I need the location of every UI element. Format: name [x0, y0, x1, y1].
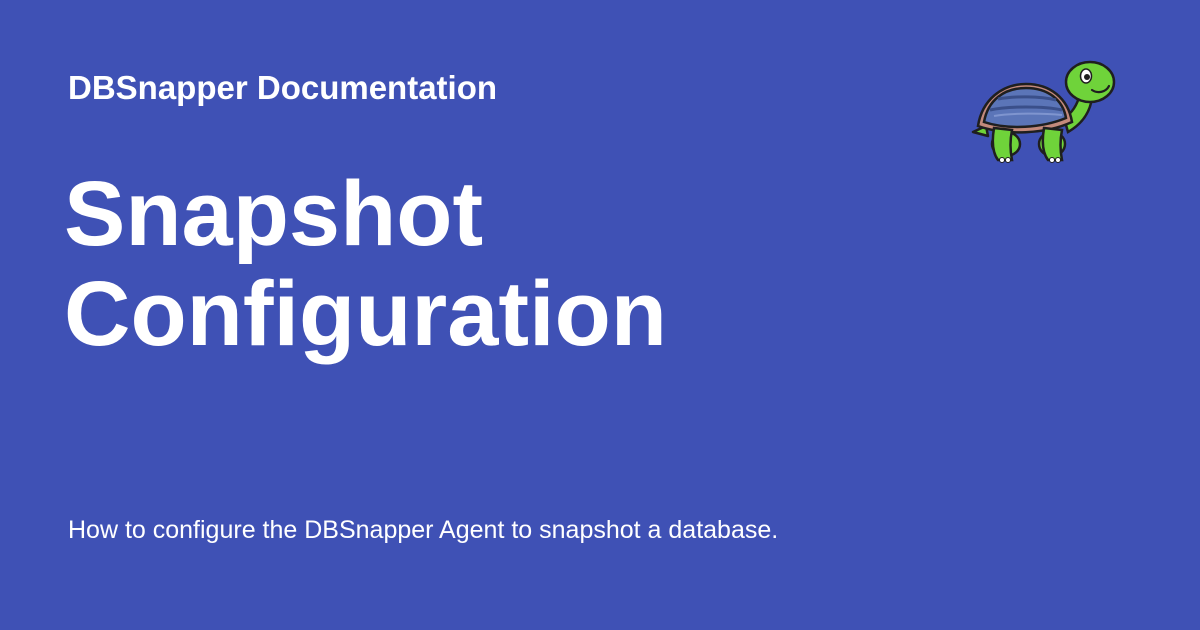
- turtle-logo: [968, 56, 1120, 168]
- page-title-line-2: Configuration: [64, 263, 667, 365]
- page-title: Snapshot Configuration: [64, 164, 667, 364]
- page-title-line-1: Snapshot: [64, 163, 484, 265]
- site-name: DBSnapper Documentation: [68, 69, 498, 106]
- page-description: How to configure the DBSnapper Agent to …: [68, 516, 779, 544]
- turtle-icon: [971, 60, 1116, 163]
- social-card: DBSnapper Documentation Snapshot Configu…: [0, 0, 1200, 630]
